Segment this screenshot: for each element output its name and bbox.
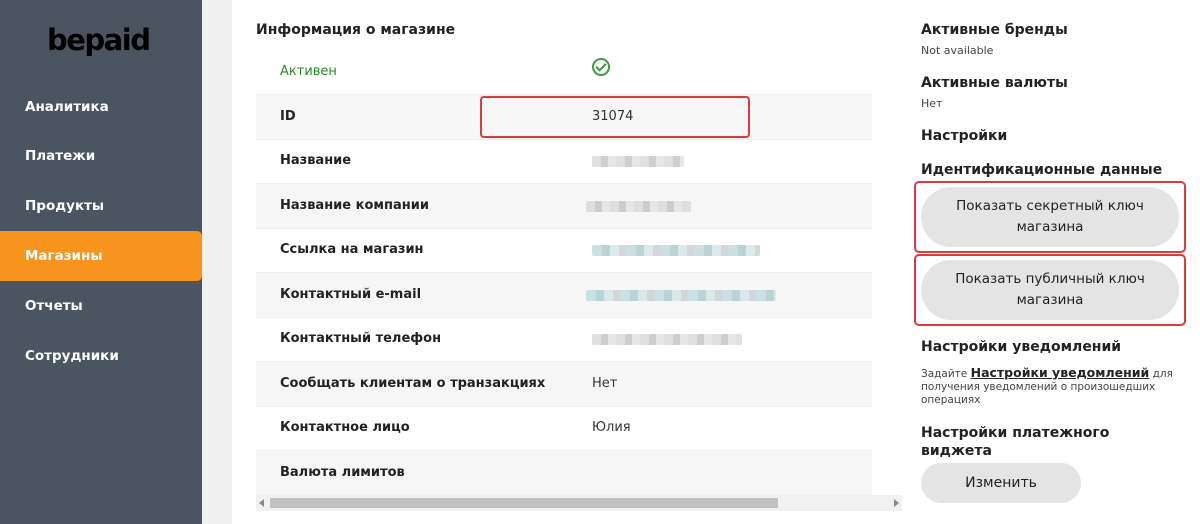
settings-title: Настройки: [921, 128, 1008, 144]
active-brands-title: Активные бренды: [921, 22, 1068, 38]
active-currencies-title: Активные валюты: [921, 75, 1068, 91]
sidebar: bepaid Аналитика Платежи Продукты Магази…: [0, 0, 202, 524]
shop-info-panel: Информация о магазине Активен ID 31074 Н…: [232, 0, 904, 524]
row-label: Контактный телефон: [280, 331, 442, 346]
row-label: Ссылка на магазин: [280, 242, 424, 257]
show-public-key-button[interactable]: Показать публичный ключ магазина: [921, 260, 1179, 320]
row-label: Контактный e-mail: [280, 287, 422, 302]
row-value: Юлия: [592, 420, 631, 435]
table-row-notify-clients: Сообщать клиентам о транзакциях Нет: [256, 362, 872, 407]
widget-settings-title: Настройки платежного виджета: [921, 425, 1110, 459]
sidebar-item-products[interactable]: Продукты: [0, 181, 202, 231]
show-secret-key-button[interactable]: Показать секретный ключ магазина: [921, 187, 1179, 247]
table-row-limit-currency: Валюта лимитов: [256, 451, 872, 496]
status-label: Активен: [280, 64, 337, 79]
sidebar-item-payments[interactable]: Платежи: [0, 131, 202, 181]
redacted-value: [592, 245, 760, 256]
sidebar-item-employees[interactable]: Сотрудники: [0, 331, 202, 381]
sidebar-item-reports[interactable]: Отчеты: [0, 281, 202, 331]
notifications-text-before: Задайте: [921, 368, 971, 380]
credentials-title: Идентификационные данные: [921, 162, 1163, 178]
sidebar-item-analytics[interactable]: Аналитика: [0, 82, 202, 132]
scrollbar-thumb[interactable]: [270, 498, 778, 508]
redacted-value: [586, 201, 691, 212]
horizontal-scrollbar[interactable]: [256, 495, 902, 511]
row-label: Контактное лицо: [280, 420, 410, 435]
shop-side-panel: Активные бренды Not available Активные в…: [904, 0, 1200, 524]
row-label: Название: [280, 153, 352, 168]
active-currencies-value: Нет: [921, 97, 943, 110]
notifications-settings-link[interactable]: Настройки уведомлений: [971, 365, 1150, 380]
section-title: Информация о магазине: [256, 22, 456, 38]
redacted-value: [592, 334, 742, 345]
change-widget-button[interactable]: Изменить: [921, 463, 1081, 503]
table-row-phone: Контактный телефон: [256, 317, 872, 362]
bepaid-logo[interactable]: bepaid: [47, 22, 157, 58]
sidebar-item-shops[interactable]: Магазины: [0, 231, 202, 281]
table-row-name: Название: [256, 139, 872, 184]
redacted-value: [586, 290, 776, 301]
redacted-value: [592, 156, 684, 167]
row-label: Название компании: [280, 198, 429, 213]
row-label: Валюта лимитов: [280, 465, 405, 480]
table-row-company: Название компании: [256, 184, 872, 229]
notifications-title: Настройки уведомлений: [921, 339, 1122, 355]
status-row: Активен: [256, 50, 872, 95]
app-window: bepaid Аналитика Платежи Продукты Магази…: [0, 0, 1200, 524]
scroll-left-icon[interactable]: [259, 499, 264, 507]
row-label: ID: [280, 109, 296, 124]
row-label: Сообщать клиентам о транзакциях: [280, 376, 546, 391]
table-row-shop-link: Ссылка на магазин: [256, 228, 872, 273]
scroll-right-icon[interactable]: [894, 499, 899, 507]
notifications-description: Задайте Настройки уведомлений для получе…: [921, 366, 1193, 407]
logo-text: bepaid: [47, 23, 151, 57]
table-row-contact-person: Контактное лицо Юлия: [256, 406, 872, 451]
table-row-email: Контактный e-mail: [256, 273, 872, 318]
active-brands-value: Not available: [921, 44, 994, 57]
check-circle-icon: [592, 58, 610, 76]
content-gutter: [202, 0, 232, 524]
row-value: Нет: [592, 376, 618, 391]
id-highlight-box: [480, 96, 750, 138]
